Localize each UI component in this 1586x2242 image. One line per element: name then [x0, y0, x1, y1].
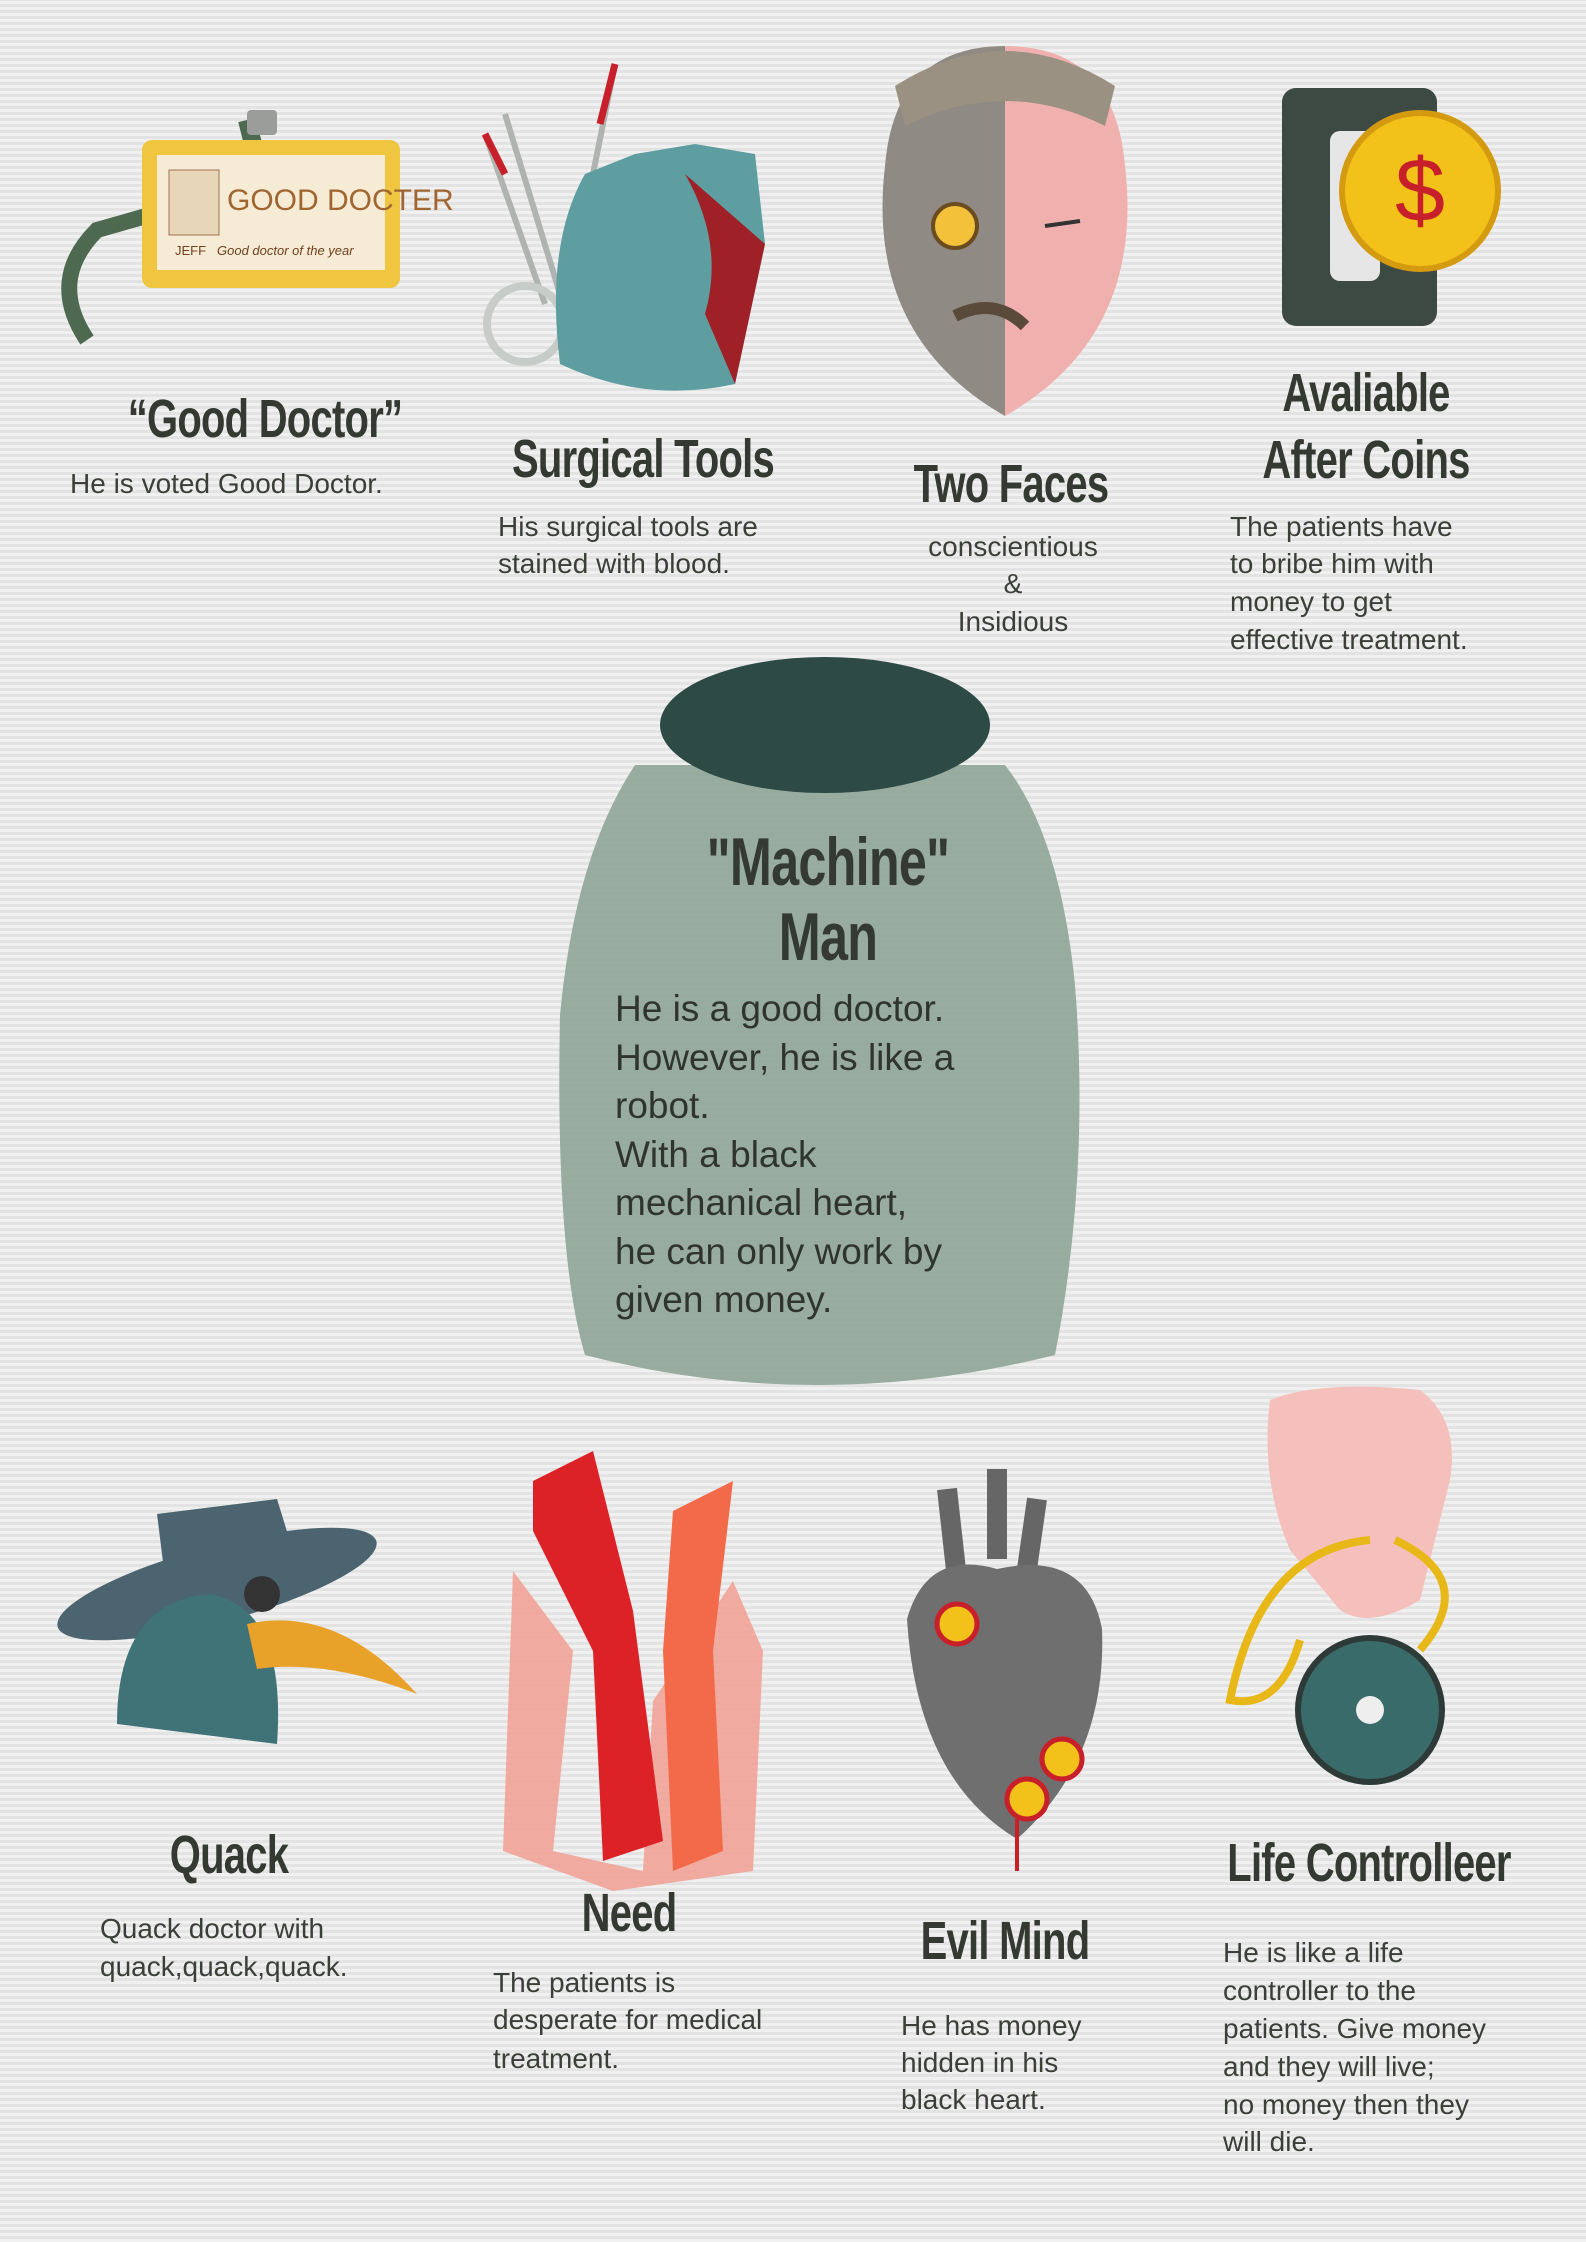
quack-desc-line: Quack doctor with — [100, 1913, 325, 1944]
reaching-hands-illustration — [503, 1451, 763, 1891]
evil-mind-desc-line: hidden in his — [901, 2047, 1059, 2078]
badge-name: JEFF — [175, 243, 206, 258]
two-faces-desc-line: Insidious — [957, 606, 1069, 637]
evil-mind-desc-line: He has money — [901, 2010, 1082, 2041]
two-faces-desc-line: & — [1003, 568, 1023, 599]
machine-man-title-line: Man — [778, 899, 878, 975]
coins-desc-line: to bribe him with — [1230, 548, 1434, 579]
desc-line: With a black — [615, 1133, 817, 1175]
surgical-tools-desc-line: His surgical tools are — [498, 511, 758, 542]
badge-subtitle: Good doctor of the year — [217, 243, 354, 258]
black-heart-illustration — [907, 1469, 1103, 1871]
machine-man-desc: He is a good doctor. However, he is like… — [615, 985, 954, 1325]
life-controller-title: Life Controlleer — [1227, 1833, 1511, 1893]
good-doctor-desc: He is voted Good Doctor. — [70, 468, 383, 499]
need-desc-line: treatment. — [493, 2043, 620, 2074]
two-faces-title: Two Faces — [913, 454, 1109, 514]
good-doctor-title: “Good Doctor” — [127, 389, 403, 449]
available-after-coins-title-line: Avaliable — [1282, 363, 1450, 423]
life-controller-desc-line: controller to the — [1223, 1975, 1416, 2006]
life-controller-desc-line: and they will live; — [1223, 2051, 1435, 2082]
life-controller-desc-line: will die. — [1223, 2126, 1315, 2157]
surgical-tools-illustration — [481, 63, 765, 391]
desc-line: robot. — [615, 1085, 710, 1126]
need-desc-line: The patients is — [493, 1967, 676, 1998]
life-controller-desc-line: no money then they — [1223, 2089, 1469, 2120]
badge-title: GOOD DOCTER — [227, 184, 454, 217]
quack-title: Quack — [169, 1825, 289, 1885]
need-desc-line: desperate for medical — [493, 2004, 763, 2035]
coin-slot-illustration: $ — [1282, 88, 1501, 326]
coins-desc-line: effective treatment. — [1230, 624, 1468, 655]
plague-doctor-illustration — [57, 1499, 417, 1744]
surgical-tools-title: Surgical Tools — [511, 429, 775, 489]
life-controller-desc-line: He is like a life — [1223, 1937, 1404, 1968]
quack-desc-line: quack,quack,quack. — [100, 1951, 348, 1982]
desc-line: he can only work by — [615, 1230, 943, 1272]
coins-desc-line: The patients have — [1230, 511, 1453, 542]
hand-pocket-watch-illustration — [1225, 1386, 1452, 1785]
two-faces-illustration — [882, 46, 1128, 416]
id-badge-illustration: GOOD DOCTER JEFF Good doctor of the year — [61, 110, 454, 345]
desc-line: He is a good doctor. — [615, 988, 945, 1029]
evil-mind-title: Evil Mind — [920, 1911, 1090, 1971]
two-faces-desc-line: conscientious — [928, 531, 1098, 562]
dollar-sign-icon: $ — [1395, 141, 1445, 241]
life-controller-desc-line: patients. Give money — [1223, 2013, 1487, 2044]
need-title: Need — [581, 1883, 677, 1943]
evil-mind-desc-line: black heart. — [901, 2084, 1046, 2115]
machine-man-title-line: "Machine" — [706, 824, 950, 900]
available-after-coins-title-line: After Coins — [1262, 430, 1470, 490]
coins-desc-line: money to get — [1230, 586, 1392, 617]
desc-line: However, he is like a — [615, 1036, 955, 1078]
desc-line: mechanical heart, — [615, 1182, 908, 1223]
surgical-tools-desc-line: stained with blood. — [498, 548, 730, 579]
desc-line: given money. — [615, 1279, 833, 1320]
